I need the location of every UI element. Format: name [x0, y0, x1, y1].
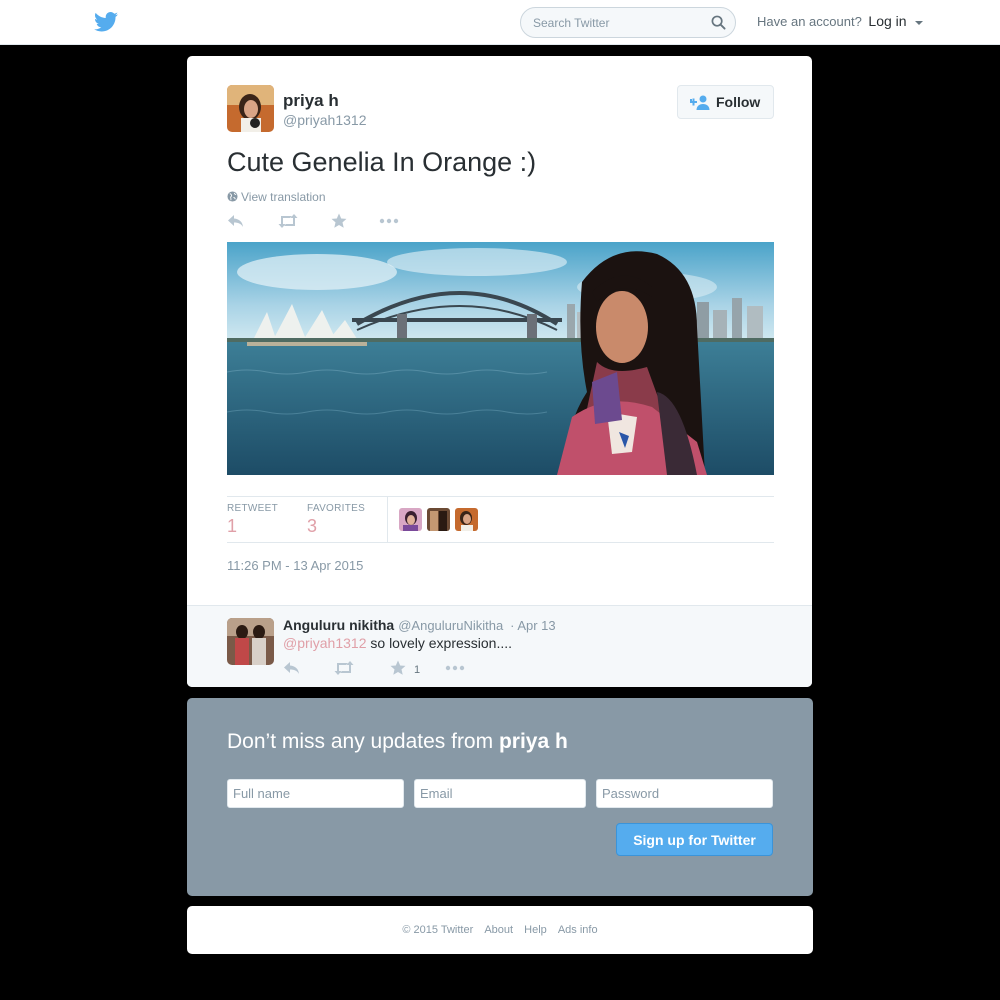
favorite-star-icon[interactable] [390, 660, 406, 680]
search-box [520, 7, 736, 38]
search-input[interactable] [533, 14, 703, 32]
tweet-text: Cute Genelia In Orange :) [227, 147, 537, 177]
footer-about-link[interactable]: About [484, 924, 513, 936]
search-icon[interactable] [711, 15, 726, 30]
engagement-stats: RETWEET 1 FAVORITES 3 [227, 496, 774, 543]
view-translation-link[interactable]: View translation [227, 190, 326, 204]
follow-button[interactable]: Follow [677, 85, 774, 119]
top-bar: Have an account? Log in [0, 0, 1000, 45]
more-options-icon[interactable] [445, 660, 465, 680]
twitter-bird-icon[interactable] [94, 11, 118, 33]
footer-ads-link[interactable]: Ads info [558, 924, 598, 936]
password-field[interactable] [596, 779, 773, 808]
author-handle[interactable]: @priyah1312 [283, 112, 367, 128]
favorites-count: 3 [307, 516, 318, 536]
footer: © 2015 Twitter About Help Ads info [187, 906, 813, 954]
reply-icon[interactable] [227, 213, 245, 233]
favorite-star-icon[interactable] [331, 213, 347, 233]
tweet-photo[interactable] [227, 242, 774, 475]
reply-author-avatar[interactable] [227, 618, 274, 665]
retweet-count: 1 [227, 516, 238, 536]
stats-divider [387, 497, 388, 542]
follow-label: Follow [716, 94, 761, 110]
reply-favorite-count: 1 [414, 664, 421, 676]
author-name[interactable]: priya h [283, 91, 339, 111]
fullname-field[interactable] [227, 779, 404, 808]
reply-body: so lovely expression.... [366, 635, 513, 651]
footer-copyright: © 2015 Twitter [402, 924, 474, 936]
reply-tweet: Anguluru nikitha @AnguluruNikitha · Apr 1… [187, 605, 812, 687]
account-area: Have an account? Log in [757, 13, 924, 29]
signup-button[interactable]: Sign up for Twitter [616, 823, 773, 856]
favorites-stat[interactable]: FAVORITES 3 [307, 503, 365, 537]
favoriter-avatar[interactable] [399, 508, 422, 531]
signup-heading-name: priya h [498, 730, 568, 753]
footer-help-link[interactable]: Help [524, 924, 547, 936]
author-avatar[interactable] [227, 85, 274, 132]
retweet-stat-label: RETWEET [227, 503, 278, 514]
footer-links: © 2015 Twitter About Help Ads info [187, 924, 813, 936]
signup-heading-prefix: Don’t miss any updates from [227, 730, 499, 753]
reply-author-handle[interactable]: @AnguluruNikitha [398, 618, 503, 633]
favorites-stat-label: FAVORITES [307, 503, 366, 514]
signup-heading: Don’t miss any updates from priya h [227, 730, 568, 754]
reply-date[interactable]: · Apr 13 [510, 618, 556, 633]
reply-author[interactable]: Anguluru nikitha @AnguluruNikitha · Apr 1… [283, 617, 556, 633]
retweet-icon[interactable] [333, 660, 355, 680]
view-translation-label: View translation [241, 190, 326, 204]
follow-person-icon [690, 95, 710, 110]
reply-mention[interactable]: @priyah1312 [283, 635, 367, 651]
caret-down-icon[interactable] [915, 20, 924, 25]
tweet-timestamp[interactable]: 11:26 PM - 13 Apr 2015 [227, 558, 363, 573]
favoriter-avatar[interactable] [455, 508, 478, 531]
reply-author-name[interactable]: Anguluru nikitha [283, 617, 394, 633]
reply-text: @priyah1312 so lovely expression.... [283, 635, 512, 651]
globe-icon [227, 191, 238, 202]
retweet-stat[interactable]: RETWEET 1 [227, 503, 278, 537]
reply-icon[interactable] [283, 660, 301, 680]
tweet-card: priya h @priyah1312 Follow Cute Genelia … [187, 56, 812, 687]
more-options-icon[interactable] [379, 213, 399, 233]
have-account-text: Have an account? [757, 14, 862, 29]
reply-actions: 1 [283, 660, 483, 680]
login-link[interactable]: Log in [868, 13, 906, 29]
retweet-icon[interactable] [277, 213, 299, 233]
signup-panel: Don’t miss any updates from priya h Sign… [187, 698, 813, 896]
email-field[interactable] [414, 779, 586, 808]
favoriter-avatar[interactable] [427, 508, 450, 531]
